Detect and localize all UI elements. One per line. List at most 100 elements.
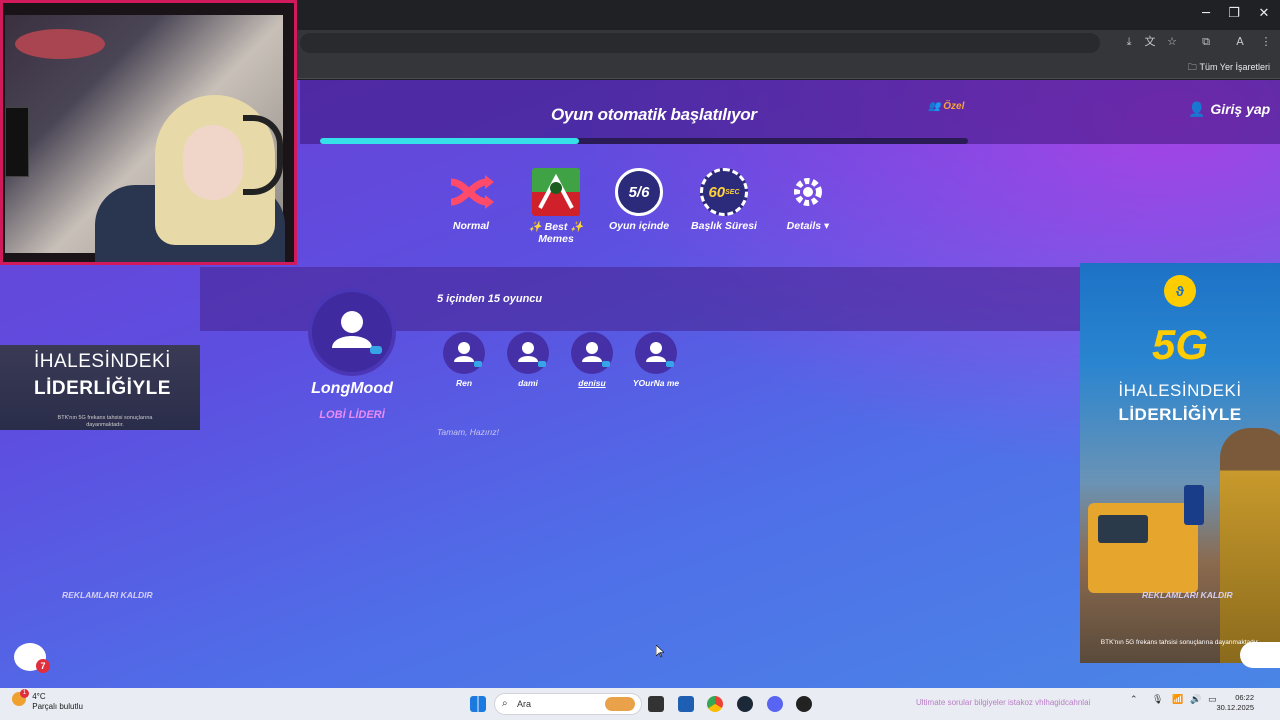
chrome-icon[interactable]	[707, 696, 723, 712]
discord-icon[interactable]	[767, 696, 783, 712]
ready-status: Tamam, Hazırız!	[437, 427, 500, 437]
volume-icon[interactable]: 🔊	[1190, 695, 1201, 705]
timer-icon: 60 SEC	[700, 168, 748, 216]
close-button[interactable]: ✕	[1254, 6, 1274, 22]
mode-label: Normal	[452, 220, 490, 232]
weather-badge: 1	[20, 689, 29, 698]
left-ad-banner[interactable]: İHALESİNDEKİ LİDERLİĞİYLE BTK'nın 5G fre…	[0, 345, 200, 430]
player-avatar	[571, 332, 613, 374]
clock-time: 06:22	[1235, 693, 1254, 702]
chat-button[interactable]: 7	[14, 643, 50, 673]
store-icon[interactable]	[678, 696, 694, 712]
rounds-value: 5/6	[628, 183, 650, 201]
deck-setting[interactable]: ✨ Best ✨ Memes	[516, 168, 596, 245]
timer-setting[interactable]: 60 SEC Başlık Süresi	[684, 168, 764, 232]
taskbar-search[interactable]: ⌕ Ara	[494, 693, 642, 715]
player-card[interactable]: dami	[502, 332, 554, 388]
rounds-label: Oyun içinde	[608, 220, 670, 232]
chevron-down-icon: ▾	[824, 220, 830, 232]
extensions-icon[interactable]: ⧉	[1198, 34, 1214, 50]
player-name: dami	[518, 378, 538, 388]
player-name: Ren	[455, 378, 473, 388]
profile-icon[interactable]: A	[1232, 34, 1248, 50]
ad-right-headline: 5G	[1151, 321, 1209, 368]
user-icon: 👤	[1188, 102, 1211, 118]
ad-right-line2: LİDERLİĞİYLE	[1118, 405, 1242, 424]
operator-logo-icon: ϑ	[1164, 275, 1196, 307]
phone-image	[1184, 485, 1204, 525]
all-bookmarks-link[interactable]: 🗀 Tüm Yer İşaretleri	[1188, 60, 1270, 76]
player-card[interactable]: denisu	[566, 332, 618, 388]
player-card[interactable]: Ren	[438, 332, 490, 388]
folder-icon: 🗀	[1187, 63, 1200, 73]
task-view-icon[interactable]	[648, 696, 664, 712]
star-icon[interactable]: ☆	[1164, 34, 1180, 50]
tray-chevron-icon[interactable]: ⌃	[1130, 695, 1138, 705]
login-button[interactable]: 👤 Giriş yap	[1188, 101, 1270, 118]
shuffle-icon	[447, 168, 495, 216]
rounds-icon: 5/6	[615, 168, 663, 216]
right-ad-banner[interactable]: ϑ 5G İHALESİNDEKİ LİDERLİĞİYLE BTK'nın 5…	[1080, 263, 1280, 663]
battery-icon[interactable]: ▭	[1208, 695, 1217, 705]
restore-button[interactable]: ❐	[1224, 6, 1244, 22]
lobby-header	[300, 80, 1280, 144]
host-avatar	[308, 288, 396, 376]
webcam-feed	[5, 15, 285, 262]
menu-icon[interactable]: ⋮	[1258, 34, 1274, 50]
timer-value: 60	[708, 183, 726, 201]
steam-icon[interactable]	[737, 696, 753, 712]
player-avatar	[443, 332, 485, 374]
truck-image	[1088, 503, 1198, 593]
feedback-button[interactable]	[1240, 642, 1280, 668]
remove-ads-right-link[interactable]: REKLAMLARI KALDIR	[1142, 590, 1233, 600]
chat-badge: 7	[36, 659, 50, 673]
details-setting[interactable]: Details ▾	[768, 168, 848, 232]
remove-ads-left-link[interactable]: REKLAMLARI KALDIR	[62, 590, 153, 600]
player-count: 5 içinden 15 oyuncu	[437, 293, 543, 305]
weather-desc: Parçalı bulutlu	[32, 702, 83, 711]
private-badge[interactable]: 👥 Özel	[928, 101, 964, 112]
timer-label: Başlık Süresi	[691, 220, 757, 232]
streamer-face-image	[183, 125, 243, 200]
status-title: Oyun otomatik başlatılıyor	[551, 105, 757, 124]
mode-setting[interactable]: Normal	[431, 168, 511, 232]
minimize-button[interactable]: ─	[1196, 6, 1216, 22]
news-ticker: Ultimate sorular bilgiyeler istakoz vhlh…	[916, 698, 1091, 707]
mouse-cursor-icon	[656, 645, 664, 658]
login-label: Giriş yap	[1210, 101, 1271, 117]
player-avatar	[635, 332, 677, 374]
player-avatar	[507, 332, 549, 374]
translate-icon[interactable]: 文	[1142, 34, 1158, 50]
weather-widget[interactable]: 1 4°C Parçalı bulutlu	[12, 689, 83, 712]
timer-unit: SEC	[725, 188, 740, 196]
rounds-setting[interactable]: 5/6 Oyun içinde	[599, 168, 679, 232]
ad-right-line1: İHALESİNDEKİ	[1118, 381, 1242, 400]
deck-label: ✨ Best ✨ Memes	[528, 221, 584, 245]
obs-icon[interactable]	[796, 696, 812, 712]
autostart-progress-fill	[320, 138, 580, 144]
ad-left-line2: LİDERLİĞİYLE	[34, 378, 171, 399]
webcam-overlay	[0, 0, 297, 265]
host-name: LongMood	[311, 380, 393, 397]
microphone-icon[interactable]: 🎙	[1152, 695, 1163, 705]
people-icon: 👥	[928, 101, 944, 112]
search-placeholder: Ara	[517, 699, 532, 709]
spokesperson-image	[1220, 428, 1280, 663]
player-name: YOurNa me	[632, 378, 680, 388]
ad-left-line1: İHALESİNDEKİ	[34, 351, 171, 372]
weather-temp: 4°C	[32, 692, 46, 701]
memes-deck-icon	[532, 168, 580, 216]
wifi-icon[interactable]: 📶	[1172, 695, 1183, 705]
player-card[interactable]: YOurNa me	[630, 332, 682, 388]
search-icon: ⌕	[502, 698, 508, 709]
clock-date: 30.12.2025	[1216, 703, 1254, 712]
start-button[interactable]	[470, 696, 486, 712]
monitor-image	[5, 107, 29, 177]
install-icon[interactable]: ⤓	[1121, 34, 1137, 50]
system-clock[interactable]: 06:22 30.12.2025	[1216, 693, 1254, 713]
ad-left-fineprint: BTK'nın 5G frekans tahsisi sonuçlarına d…	[57, 415, 153, 428]
details-label: Details	[786, 220, 822, 232]
host-role: LOBİ LİDERİ	[319, 409, 385, 421]
address-bar[interactable]	[300, 33, 1100, 53]
private-label: Özel	[943, 101, 965, 112]
